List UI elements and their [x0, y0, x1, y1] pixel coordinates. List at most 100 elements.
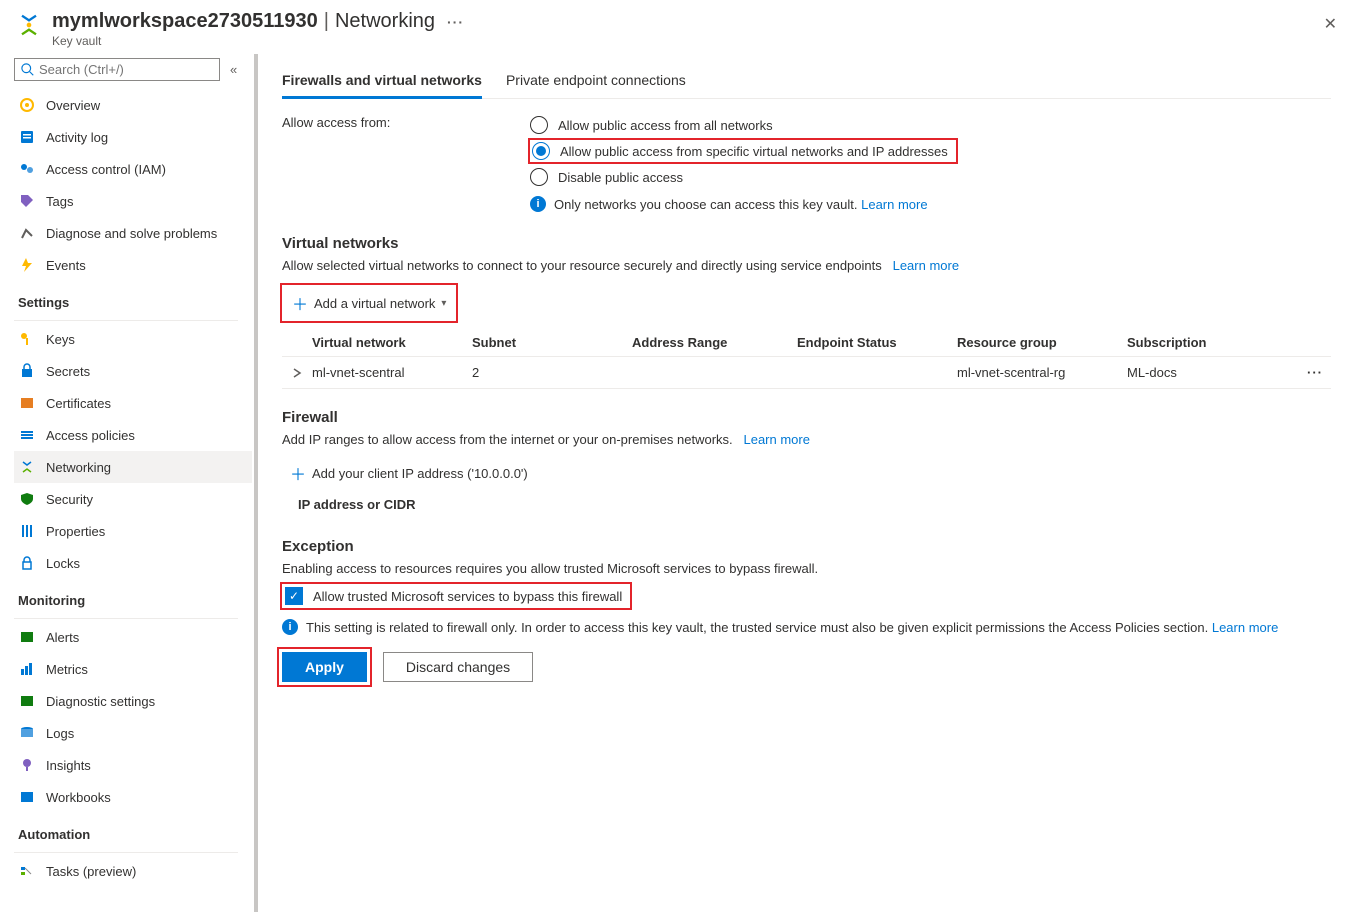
nav-metrics[interactable]: Metrics [14, 653, 252, 685]
col-sub: Subscription [1127, 335, 1272, 350]
overview-icon [18, 96, 36, 114]
col-vnet: Virtual network [312, 335, 472, 350]
access-info-text: Only networks you choose can access this… [554, 197, 857, 212]
nav-group-settings: Settings [14, 281, 252, 316]
nav-networking[interactable]: Networking [14, 451, 252, 483]
nav-secrets[interactable]: Secrets [14, 355, 252, 387]
keyvault-icon [14, 10, 44, 40]
title-separator: | [324, 10, 329, 33]
resource-title: mymlworkspace2730511930 [52, 10, 318, 33]
access-learn-more-link[interactable]: Learn more [861, 197, 927, 212]
nav-activity-log[interactable]: Activity log [14, 121, 252, 153]
nav-overview[interactable]: Overview [14, 89, 252, 121]
radio-all-networks-label: Allow public access from all networks [558, 118, 773, 133]
nav-tasks[interactable]: Tasks (preview) [14, 855, 252, 887]
trusted-services-label: Allow trusted Microsoft services to bypa… [313, 589, 622, 604]
radio-disable-access[interactable] [530, 168, 548, 186]
nav-locks[interactable]: Locks [14, 547, 252, 579]
search-input-container[interactable] [14, 58, 220, 81]
events-icon [18, 256, 36, 274]
col-rg: Resource group [957, 335, 1127, 350]
radio-specific-networks[interactable] [532, 142, 550, 160]
table-row[interactable]: ml-vnet-scentral 2 ml-vnet-scentral-rg M… [282, 356, 1331, 389]
firewall-desc: Add IP ranges to allow access from the i… [282, 432, 733, 447]
nav-diagnostic-settings[interactable]: Diagnostic settings [14, 685, 252, 717]
exception-desc: Enabling access to resources requires yo… [282, 561, 1331, 576]
nav-group-automation: Automation [14, 813, 252, 848]
plus-icon: ＋ [290, 461, 306, 485]
collapse-sidebar-button[interactable]: « [230, 62, 233, 77]
nav-diagnose[interactable]: Diagnose and solve problems [14, 217, 252, 249]
properties-icon [18, 522, 36, 540]
expand-row-button[interactable] [282, 368, 312, 378]
certificates-icon [18, 394, 36, 412]
networking-icon [18, 458, 36, 476]
add-vnet-button[interactable]: ＋ Add a virtual network ▾ [282, 285, 456, 321]
add-client-ip-button[interactable]: Add your client IP address ('10.0.0.0') [312, 466, 528, 481]
search-input[interactable] [39, 62, 215, 77]
tab-private-endpoint[interactable]: Private endpoint connections [506, 72, 686, 98]
nav-logs[interactable]: Logs [14, 717, 252, 749]
tab-firewalls[interactable]: Firewalls and virtual networks [282, 72, 482, 99]
locks-icon [18, 554, 36, 572]
nav-events[interactable]: Events [14, 249, 252, 281]
resource-section: Networking [335, 10, 435, 33]
search-icon [21, 63, 35, 77]
nav-access-control[interactable]: Access control (IAM) [14, 153, 252, 185]
metrics-icon [18, 660, 36, 678]
info-icon: i [530, 196, 546, 212]
diagnostic-settings-icon [18, 692, 36, 710]
tags-icon [18, 192, 36, 210]
allow-access-label: Allow access from: [282, 113, 530, 215]
close-button[interactable]: ✕ [1320, 10, 1341, 38]
col-range: Address Range [632, 335, 797, 350]
radio-all-networks[interactable] [530, 116, 548, 134]
firewall-learn-more-link[interactable]: Learn more [743, 432, 809, 447]
cell-vnet: ml-vnet-scentral [312, 365, 472, 380]
cell-rg: ml-vnet-scentral-rg [957, 365, 1127, 380]
radio-disable-access-label: Disable public access [558, 170, 683, 185]
exception-learn-more-link[interactable]: Learn more [1212, 620, 1278, 635]
trusted-services-checkbox[interactable]: ✓ [285, 587, 303, 605]
vnet-learn-more-link[interactable]: Learn more [893, 258, 959, 273]
keys-icon [18, 330, 36, 348]
cell-subnet: 2 [472, 365, 632, 380]
resource-type: Key vault [52, 34, 1320, 48]
exception-section-title: Exception [282, 538, 1331, 555]
alerts-icon [18, 628, 36, 646]
col-status: Endpoint Status [797, 335, 957, 350]
nav-security[interactable]: Security [14, 483, 252, 515]
insights-icon [18, 756, 36, 774]
nav-alerts[interactable]: Alerts [14, 621, 252, 653]
header-more-icon[interactable]: ··· [447, 14, 464, 30]
plus-icon: ＋ [292, 291, 308, 315]
iam-icon [18, 160, 36, 178]
activity-log-icon [18, 128, 36, 146]
row-more-button[interactable]: ··· [1272, 365, 1331, 380]
nav-certificates[interactable]: Certificates [14, 387, 252, 419]
nav-properties[interactable]: Properties [14, 515, 252, 547]
cell-sub: ML-docs [1127, 365, 1272, 380]
chevron-down-icon: ▾ [441, 298, 446, 309]
security-icon [18, 490, 36, 508]
nav-workbooks[interactable]: Workbooks [14, 781, 252, 813]
nav-insights[interactable]: Insights [14, 749, 252, 781]
info-icon: i [282, 619, 298, 635]
tasks-icon [18, 862, 36, 880]
col-subnet: Subnet [472, 335, 632, 350]
nav-group-monitoring: Monitoring [14, 579, 252, 614]
vnet-desc: Allow selected virtual networks to conne… [282, 258, 882, 273]
nav-keys[interactable]: Keys [14, 323, 252, 355]
access-policies-icon [18, 426, 36, 444]
radio-specific-networks-label: Allow public access from specific virtua… [560, 144, 948, 159]
discard-button[interactable]: Discard changes [383, 652, 533, 682]
logs-icon [18, 724, 36, 742]
ip-cidr-label: IP address or CIDR [282, 491, 1331, 518]
exception-info-text: This setting is related to firewall only… [306, 620, 1208, 635]
diagnose-icon [18, 224, 36, 242]
nav-access-policies[interactable]: Access policies [14, 419, 252, 451]
nav-tags[interactable]: Tags [14, 185, 252, 217]
apply-button[interactable]: Apply [282, 652, 367, 682]
firewall-section-title: Firewall [282, 409, 1331, 426]
workbooks-icon [18, 788, 36, 806]
